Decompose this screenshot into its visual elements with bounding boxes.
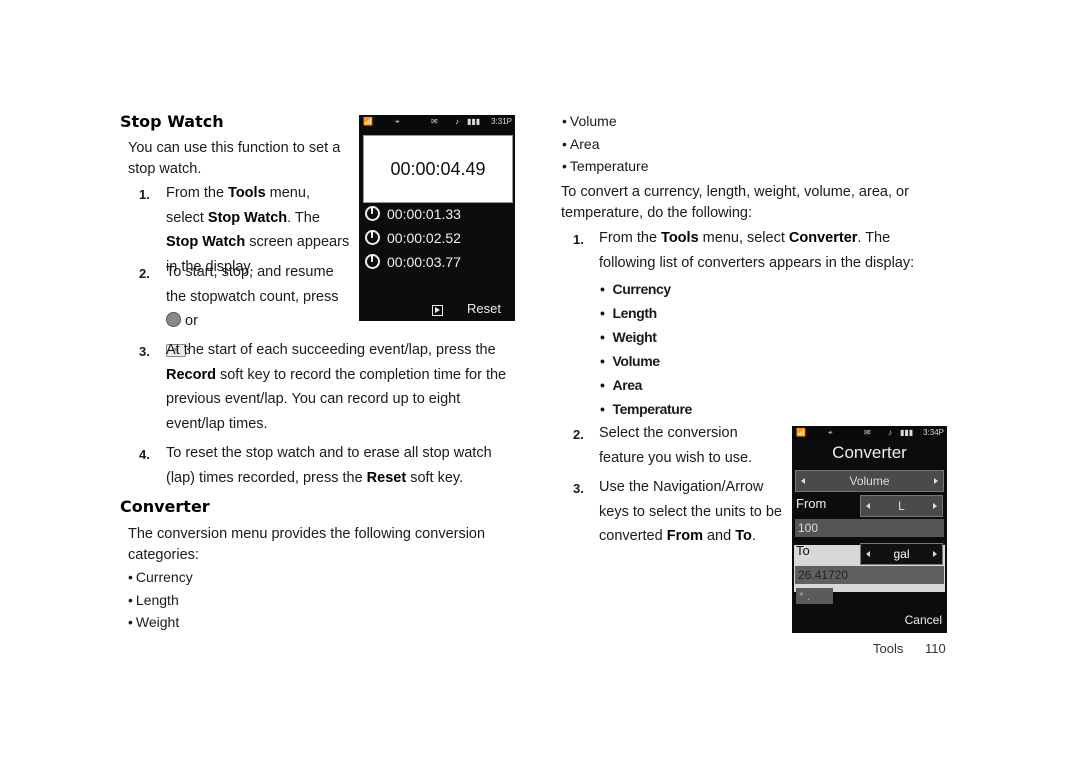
right-arrow-icon: [933, 503, 937, 509]
stopwatch-step-3: At the start of each succeeding event/la…: [166, 342, 507, 432]
converter-heading: Converter: [120, 497, 210, 516]
category-list-left: Currency Length Weight: [128, 566, 193, 634]
to-label: To: [796, 543, 810, 558]
signal-icon: 📶: [363, 117, 373, 126]
stopwatch-heading: Stop Watch: [120, 112, 224, 131]
step-number: 2.: [139, 266, 150, 281]
from-label: From: [796, 496, 827, 511]
category-selector[interactable]: Volume: [795, 470, 944, 492]
lap-row: 00:00:02.52: [365, 230, 461, 246]
step-number: 1.: [573, 232, 584, 247]
category-item: Volume: [562, 110, 649, 133]
stopwatch-icon: [365, 254, 380, 269]
right-arrow-icon: [934, 478, 938, 484]
step-number: 3.: [139, 344, 150, 359]
category-item: Currency: [128, 566, 193, 589]
category-item: Area: [562, 133, 649, 156]
converter-list-item: Temperature: [600, 397, 693, 421]
converter-list-item: Length: [600, 301, 692, 325]
converter-list: Currency Length Weight Volume Area Tempe…: [600, 277, 693, 421]
converter-list-item: Currency: [600, 277, 692, 301]
from-value-input[interactable]: 100: [795, 519, 944, 537]
symbol-key[interactable]: * .: [796, 588, 833, 604]
message-icon: ✉: [864, 428, 871, 437]
converter-list-item: Area: [600, 373, 692, 397]
reset-softkey[interactable]: Reset: [467, 301, 501, 316]
status-bar: 📶 ⌖ ✉ ♪ ▮▮▮ 3:34P: [792, 426, 947, 441]
step-number: 1.: [139, 187, 150, 202]
play-icon[interactable]: [432, 305, 443, 316]
signal-icon: 📶: [796, 428, 806, 437]
cancel-softkey[interactable]: Cancel: [905, 613, 942, 627]
status-bar: 📶 ⌖ ✉ ♪ ▮▮▮ 3:31P: [359, 115, 515, 130]
stopwatch-step-4: To reset the stop watch and to erase all…: [166, 445, 492, 486]
footer-section: Tools: [873, 641, 904, 656]
lap-row: 00:00:01.33: [365, 206, 461, 222]
battery-icon: ▮▮▮: [467, 117, 481, 126]
music-icon: ♪: [455, 117, 459, 126]
music-icon: ♪: [888, 428, 892, 437]
converter-step-2: Select the conversion feature you wish t…: [599, 425, 753, 466]
center-key-icon: [166, 312, 181, 327]
converter-step-1: From the Tools menu, select Converter. T…: [599, 230, 915, 271]
step-number: 2.: [573, 427, 584, 442]
converter-list-item: Volume: [600, 349, 692, 373]
converter-howto: To convert a currency, length, weight, v…: [561, 184, 909, 221]
stopwatch-icon: [365, 230, 380, 245]
converter-screenshot: 📶 ⌖ ✉ ♪ ▮▮▮ 3:34P Converter Volume From …: [792, 426, 947, 633]
status-time: 3:31P: [491, 117, 512, 126]
category-item: Temperature: [562, 155, 649, 178]
stopwatch-screenshot: 📶 ⌖ ✉ ♪ ▮▮▮ 3:31P 00:00:04.49 00:00:01.3…: [359, 115, 515, 321]
converter-step-3: Use the Navigation/Arrow keys to select …: [599, 479, 782, 544]
category-item: Length: [128, 589, 193, 612]
battery-icon: ▮▮▮: [900, 428, 914, 437]
step-number: 4.: [139, 447, 150, 462]
from-unit-selector[interactable]: L: [860, 495, 943, 517]
converter-intro: The conversion menu provides the followi…: [128, 526, 486, 563]
category-list-right: Volume Area Temperature: [562, 110, 649, 178]
gps-icon: ⌖: [395, 117, 400, 126]
screen-title: Converter: [832, 443, 907, 462]
message-icon: ✉: [431, 117, 438, 126]
to-value-output: 26.41720: [795, 566, 944, 584]
status-time: 3:34P: [923, 428, 944, 437]
category-item: Weight: [128, 611, 193, 634]
page-number: 110: [925, 641, 946, 656]
step-number: 3.: [573, 481, 584, 496]
to-unit-selector[interactable]: gal: [860, 543, 943, 565]
right-arrow-icon: [933, 551, 937, 557]
main-timer: 00:00:04.49: [363, 135, 513, 203]
stopwatch-intro: You can use this function to set a stop …: [128, 140, 341, 177]
lap-row: 00:00:03.77: [365, 254, 461, 270]
gps-icon: ⌖: [828, 428, 833, 437]
stopwatch-icon: [365, 206, 380, 221]
converter-list-item: Weight: [600, 325, 692, 349]
